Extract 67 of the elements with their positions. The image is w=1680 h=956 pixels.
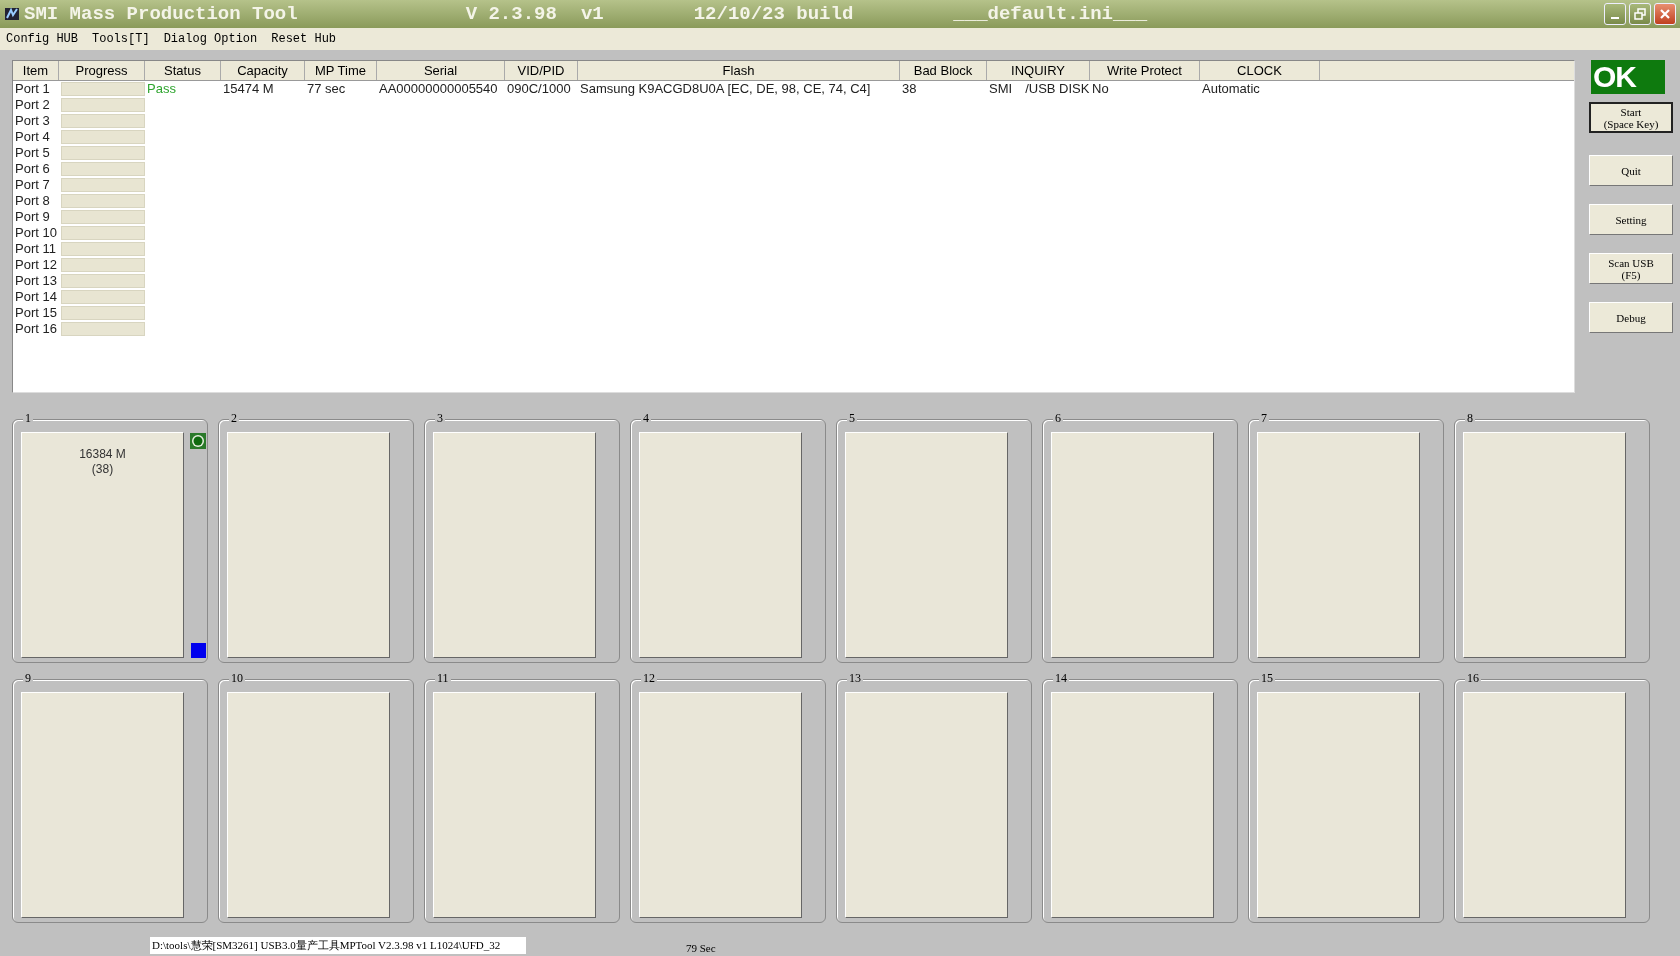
restore-icon xyxy=(1634,8,1646,20)
column-header[interactable]: Flash xyxy=(578,61,900,80)
port-bad-blocks: (38) xyxy=(91,462,114,477)
table-cell: Port 3 xyxy=(15,113,50,129)
minimize-button[interactable] xyxy=(1604,3,1626,25)
minimize-icon xyxy=(1611,17,1619,19)
column-header[interactable]: Bad Block xyxy=(900,61,987,80)
close-icon xyxy=(1659,8,1671,20)
menu-item[interactable]: Config HUB xyxy=(6,32,78,46)
table-cell: Port 5 xyxy=(15,145,50,161)
table-cell: Port 2 xyxy=(15,97,50,113)
column-header[interactable]: Progress xyxy=(59,61,145,80)
column-header[interactable]: CLOCK xyxy=(1200,61,1320,80)
activity-square-icon xyxy=(190,643,206,658)
column-header[interactable]: MP Time xyxy=(305,61,377,80)
table-cell: AA00000000005540 xyxy=(379,81,498,97)
table-cell: Port 14 xyxy=(15,289,57,305)
table-cell: Port 4 xyxy=(15,129,50,145)
menu-item[interactable]: Tools[T] xyxy=(92,32,150,46)
port-capacity: 16384 M xyxy=(79,447,126,462)
table-cell: Samsung K9ACGD8U0A [EC, DE, 98, CE, 74, C4] xyxy=(580,81,871,97)
table-cell: SMI xyxy=(989,81,1013,97)
table-cell: Port 7 xyxy=(15,177,50,193)
elapsed-time: 79 Sec xyxy=(686,942,716,954)
ini-file-label: ___default.ini___ xyxy=(953,3,1148,25)
table-cell: No xyxy=(1092,81,1109,97)
close-button[interactable] xyxy=(1654,3,1676,25)
result-indicator: OK xyxy=(1591,60,1665,94)
version-label: V 2.3.98 xyxy=(465,3,557,25)
status-light-icon xyxy=(190,433,206,449)
variant-label: v1 xyxy=(580,3,604,25)
table-cell: 77 sec xyxy=(307,81,346,97)
window-title: SMI Mass Production Tool xyxy=(24,3,298,25)
action-button[interactable]: Setting xyxy=(1589,204,1673,235)
menu-item[interactable]: Dialog Option xyxy=(163,32,258,46)
column-header[interactable]: VID/PID xyxy=(505,61,578,80)
column-header[interactable]: Write Protect xyxy=(1090,61,1200,80)
table-cell: Port 11 xyxy=(15,241,56,257)
column-header[interactable]: Capacity xyxy=(221,61,305,80)
action-button[interactable]: Quit xyxy=(1589,155,1673,186)
table-cell: Port 12 xyxy=(15,257,57,273)
column-header[interactable]: Status xyxy=(145,61,221,80)
column-header[interactable]: INQUIRY xyxy=(987,61,1090,80)
action-button[interactable]: Scan USB (F5) xyxy=(1589,253,1673,284)
table-cell: 15474 M xyxy=(223,81,274,97)
table-cell: /USB DISK xyxy=(1025,81,1090,97)
restore-button[interactable] xyxy=(1629,3,1651,25)
table-cell: Port 6 xyxy=(15,161,50,177)
table-cell: Port 15 xyxy=(15,305,57,321)
action-button[interactable]: Start (Space Key) xyxy=(1589,102,1673,133)
table-cell: Port 9 xyxy=(15,209,50,225)
column-header[interactable]: Item xyxy=(13,61,59,80)
table-cell: Port 16 xyxy=(15,321,57,337)
table-cell: 090C/1000 xyxy=(507,81,571,97)
action-button[interactable]: Debug xyxy=(1589,302,1673,333)
app-icon xyxy=(4,6,20,22)
table-cell: 38 xyxy=(902,81,917,97)
table-cell: Pass xyxy=(147,81,176,97)
table-cell: Port 10 xyxy=(15,225,57,241)
menu-item[interactable]: Reset Hub xyxy=(271,32,337,46)
column-header[interactable]: Serial xyxy=(377,61,505,80)
status-path: D:\tools\慧荣[SM3261] USB3.0量产工具MPTool V2.3.98 v1 L1024\UFD_32 xyxy=(150,937,526,954)
build-label: 12/10/23 build xyxy=(693,3,854,25)
table-cell: Automatic xyxy=(1202,81,1260,97)
table-cell: Port 13 xyxy=(15,273,57,289)
table-cell: Port 1 xyxy=(15,81,50,97)
table-cell: Port 8 xyxy=(15,193,50,209)
